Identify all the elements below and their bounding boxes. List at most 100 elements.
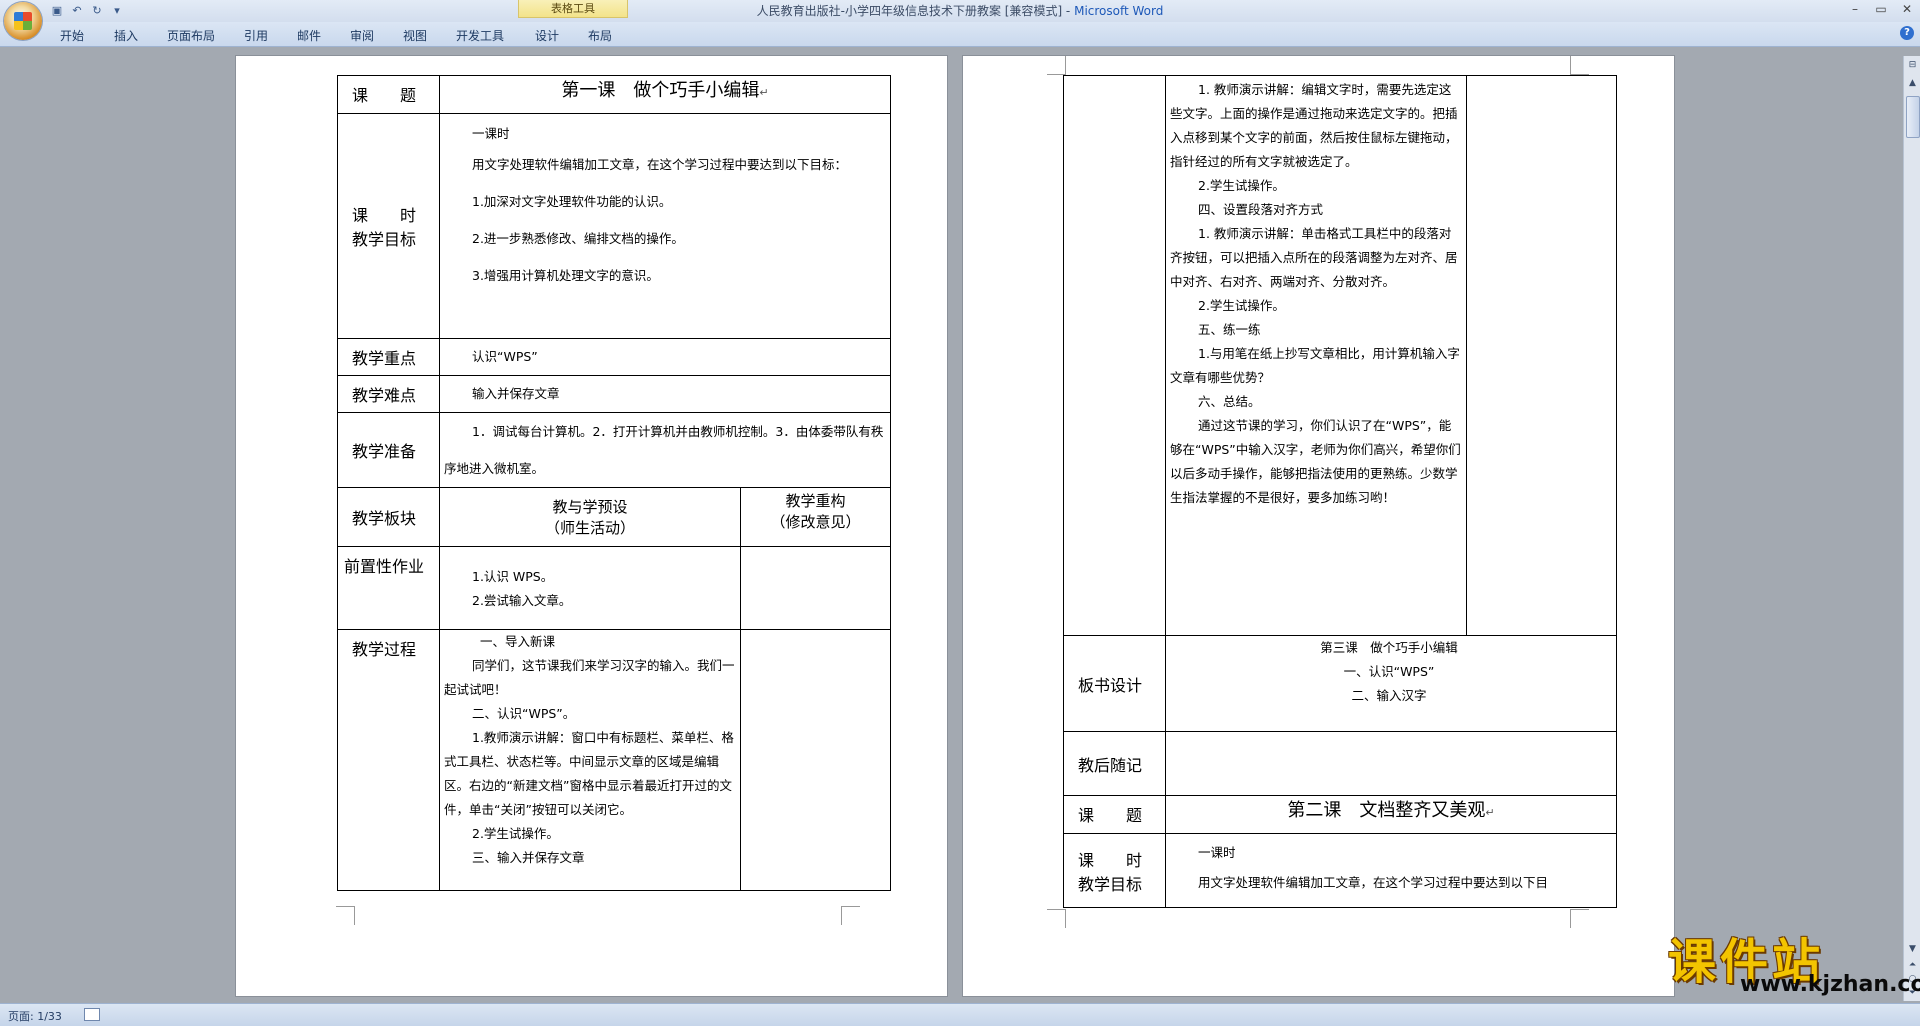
office-button[interactable]	[4, 2, 42, 40]
tab-insert[interactable]: 插入	[114, 27, 138, 44]
prep-text: 1．调试每台计算机。2．打开计算机并由教师机控制。3．由体委带队有秩序地进入微机…	[444, 424, 884, 476]
pre-work-label-cell[interactable]: 前置性作业	[337, 546, 440, 630]
title-label-cell[interactable]: 课 题	[337, 75, 440, 114]
preset-header-cell[interactable]: 教与学预设 （师生活动）	[439, 487, 741, 547]
redo-icon[interactable]: ↻	[90, 4, 104, 18]
focus-text: 认识“WPS”	[472, 349, 538, 364]
app-name: Microsoft Word	[1074, 4, 1164, 18]
time-label: 课 时	[1078, 850, 1143, 870]
prep-cell[interactable]: 1．调试每台计算机。2．打开计算机并由教师机控制。3．由体委带队有秩序地进入微机…	[439, 412, 891, 488]
title2-label-cell[interactable]: 课 题	[1063, 795, 1166, 834]
notes-cell[interactable]	[1165, 731, 1617, 796]
table-tools-header: 表格工具	[518, 0, 628, 18]
pre-work-line: 2.尝试输入文章。	[472, 593, 572, 608]
crop-mark	[336, 906, 355, 925]
process-notes-cell-cont[interactable]	[1466, 75, 1617, 636]
goal-cell[interactable]: 一课时 用文字处理软件编辑加工文章，在这个学习过程中要达到以下目标： 1.加深对…	[439, 113, 891, 339]
process-line: 1.教师演示讲解：窗口中有标题栏、菜单栏、格式工具栏、状态栏等。中间显示文章的区…	[444, 730, 734, 817]
board-label-cell[interactable]: 板书设计	[1063, 635, 1166, 732]
process-line: 一、导入新课	[480, 634, 556, 649]
goal-line: 2.进一步熟悉修改、编排文档的操作。	[472, 231, 684, 246]
rebuild-header-cell[interactable]: 教学重构 （修改意见）	[740, 487, 891, 547]
tab-view[interactable]: 视图	[403, 27, 427, 44]
tab-mailings[interactable]: 邮件	[297, 27, 321, 44]
rebuild-header: 教学重构	[785, 492, 846, 510]
board-line: 一、认识“WPS”	[1343, 664, 1435, 679]
help-icon[interactable]: ?	[1900, 26, 1914, 40]
tab-design[interactable]: 设计	[535, 27, 559, 44]
process-line: 同学们，这节课我们来学习汉字的输入。我们一起试试吧！	[444, 658, 735, 697]
process-line: 六、总结。	[1198, 394, 1261, 409]
title-cell[interactable]: 第一课 做个巧手小编辑↵	[439, 75, 891, 114]
tab-developer[interactable]: 开发工具	[456, 27, 504, 44]
difficulty-cell[interactable]: 输入并保存文章	[439, 375, 891, 413]
scroll-thumb[interactable]	[1906, 96, 1920, 138]
document-page-1[interactable]: 课 题 第一课 做个巧手小编辑↵ 课 时 教学目标 一课时 用文字处理软件编辑加…	[236, 56, 947, 996]
pre-work-cell[interactable]: 1.认识 WPS。 2.尝试输入文章。	[439, 546, 741, 630]
vertical-scrollbar[interactable]: ⊟ ▲ ▼ ⏶ ○ ⏷	[1903, 56, 1920, 1001]
process-cell-cont[interactable]: 1. 教师演示讲解：编辑文字时，需要先选定这些文字。上面的操作是通过拖动来选定文…	[1165, 75, 1467, 636]
process-line: 二、认识“WPS”。	[472, 706, 576, 721]
ribbon-tab-row: 开始 插入 页面布局 引用 邮件 审阅 视图 开发工具 设计 布局 ?	[0, 22, 1920, 47]
scroll-up-icon[interactable]: ▲	[1906, 76, 1919, 90]
process-cell[interactable]: 一、导入新课 同学们，这节课我们来学习汉字的输入。我们一起试试吧！ 二、认识“W…	[439, 629, 741, 891]
title-label: 课 题	[352, 86, 417, 105]
time-goal-label-cell[interactable]: 课 时 教学目标	[337, 113, 440, 339]
customize-dropdown-icon[interactable]: ▾	[110, 4, 124, 18]
pre-work-notes-cell[interactable]	[740, 546, 891, 630]
tab-home[interactable]: 开始	[60, 27, 84, 44]
notes-label-cell[interactable]: 教后随记	[1063, 731, 1166, 796]
process-line: 五、练一练	[1198, 322, 1261, 337]
block-label-cell[interactable]: 教学板块	[337, 487, 440, 547]
maximize-icon[interactable]: ▭	[1868, 0, 1894, 18]
goal-label: 教学目标	[1078, 874, 1143, 894]
undo-icon[interactable]: ↶	[70, 4, 84, 18]
difficulty-text: 输入并保存文章	[472, 386, 560, 401]
crop-mark	[1570, 909, 1589, 928]
process-line: 2.学生试操作。	[1198, 298, 1285, 313]
board-cell[interactable]: 第三课 做个巧手小编辑 一、认识“WPS” 二、输入汉字	[1165, 635, 1617, 732]
ruler-toggle-icon[interactable]: ⊟	[1906, 58, 1919, 72]
tab-layout[interactable]: 布局	[588, 27, 612, 44]
goal-label: 教学目标	[352, 230, 417, 249]
process-line: 1. 教师演示讲解：单击格式工具栏中的段落对齐按钮，可以把插入点所在的段落调整为…	[1170, 226, 1458, 289]
difficulty-label-cell[interactable]: 教学难点	[337, 375, 440, 413]
time-goal2-label-cell[interactable]: 课 时 教学目标	[1063, 833, 1166, 908]
process-label-cell[interactable]: 教学过程	[337, 629, 440, 891]
process-notes-cell[interactable]	[740, 629, 891, 891]
goal-line: 用文字处理软件编辑加工文章，在这个学习过程中要达到以下目	[1198, 875, 1549, 890]
lesson-title: 第一课 做个巧手小编辑	[561, 80, 760, 101]
watermark-url: www.kjzhan.com	[1740, 972, 1920, 997]
tab-review[interactable]: 审阅	[350, 27, 374, 44]
goal-line: 一课时	[472, 126, 510, 141]
minimize-icon[interactable]: –	[1842, 0, 1868, 18]
tab-references[interactable]: 引用	[244, 27, 268, 44]
page-count[interactable]: 页面: 1/33	[8, 1008, 62, 1024]
document-page-2[interactable]: 1. 教师演示讲解：编辑文字时，需要先选定这些文字。上面的操作是通过拖动来选定文…	[963, 56, 1674, 996]
status-bar: 页面: 1/33	[0, 1003, 1920, 1026]
rebuild-subheader: （修改意见）	[770, 513, 861, 531]
close-icon[interactable]: ✕	[1894, 0, 1920, 18]
goal2-cell[interactable]: 一课时 用文字处理软件编辑加工文章，在这个学习过程中要达到以下目	[1165, 833, 1617, 908]
focus-label-cell[interactable]: 教学重点	[337, 338, 440, 376]
focus-cell[interactable]: 认识“WPS”	[439, 338, 891, 376]
save-icon[interactable]: ▣	[50, 4, 64, 18]
tab-page-layout[interactable]: 页面布局	[167, 27, 215, 44]
process-label-cell-cont[interactable]	[1063, 75, 1166, 636]
goal-line: 3.增强用计算机处理文字的意识。	[472, 268, 659, 283]
crop-mark	[1047, 56, 1066, 75]
process-line: 四、设置段落对齐方式	[1198, 202, 1324, 217]
process-line: 2.学生试操作。	[1198, 178, 1285, 193]
process-line: 通过这节课的学习，你们认识了在“WPS”，能够在“WPS”中输入汉字，老师为你们…	[1170, 418, 1461, 505]
prep-label-cell[interactable]: 教学准备	[337, 412, 440, 488]
proofing-icon[interactable]	[84, 1008, 100, 1021]
crop-mark	[841, 906, 860, 925]
board-line: 第三课 做个巧手小编辑	[1320, 640, 1458, 655]
window-title: 人民教育出版社-小学四年级信息技术下册教案 [兼容模式] - Microsoft…	[0, 0, 1920, 22]
process-label: 教学过程	[352, 640, 417, 659]
goal-line: 一课时	[1198, 845, 1236, 860]
preset-subheader: （师生活动）	[544, 519, 635, 537]
lesson-table-2: 1. 教师演示讲解：编辑文字时，需要先选定这些文字。上面的操作是通过拖动来选定文…	[1063, 75, 1617, 908]
title2-cell[interactable]: 第二课 文档整齐又美观↵	[1165, 795, 1617, 834]
title-bar: 人民教育出版社-小学四年级信息技术下册教案 [兼容模式] - Microsoft…	[0, 0, 1920, 22]
